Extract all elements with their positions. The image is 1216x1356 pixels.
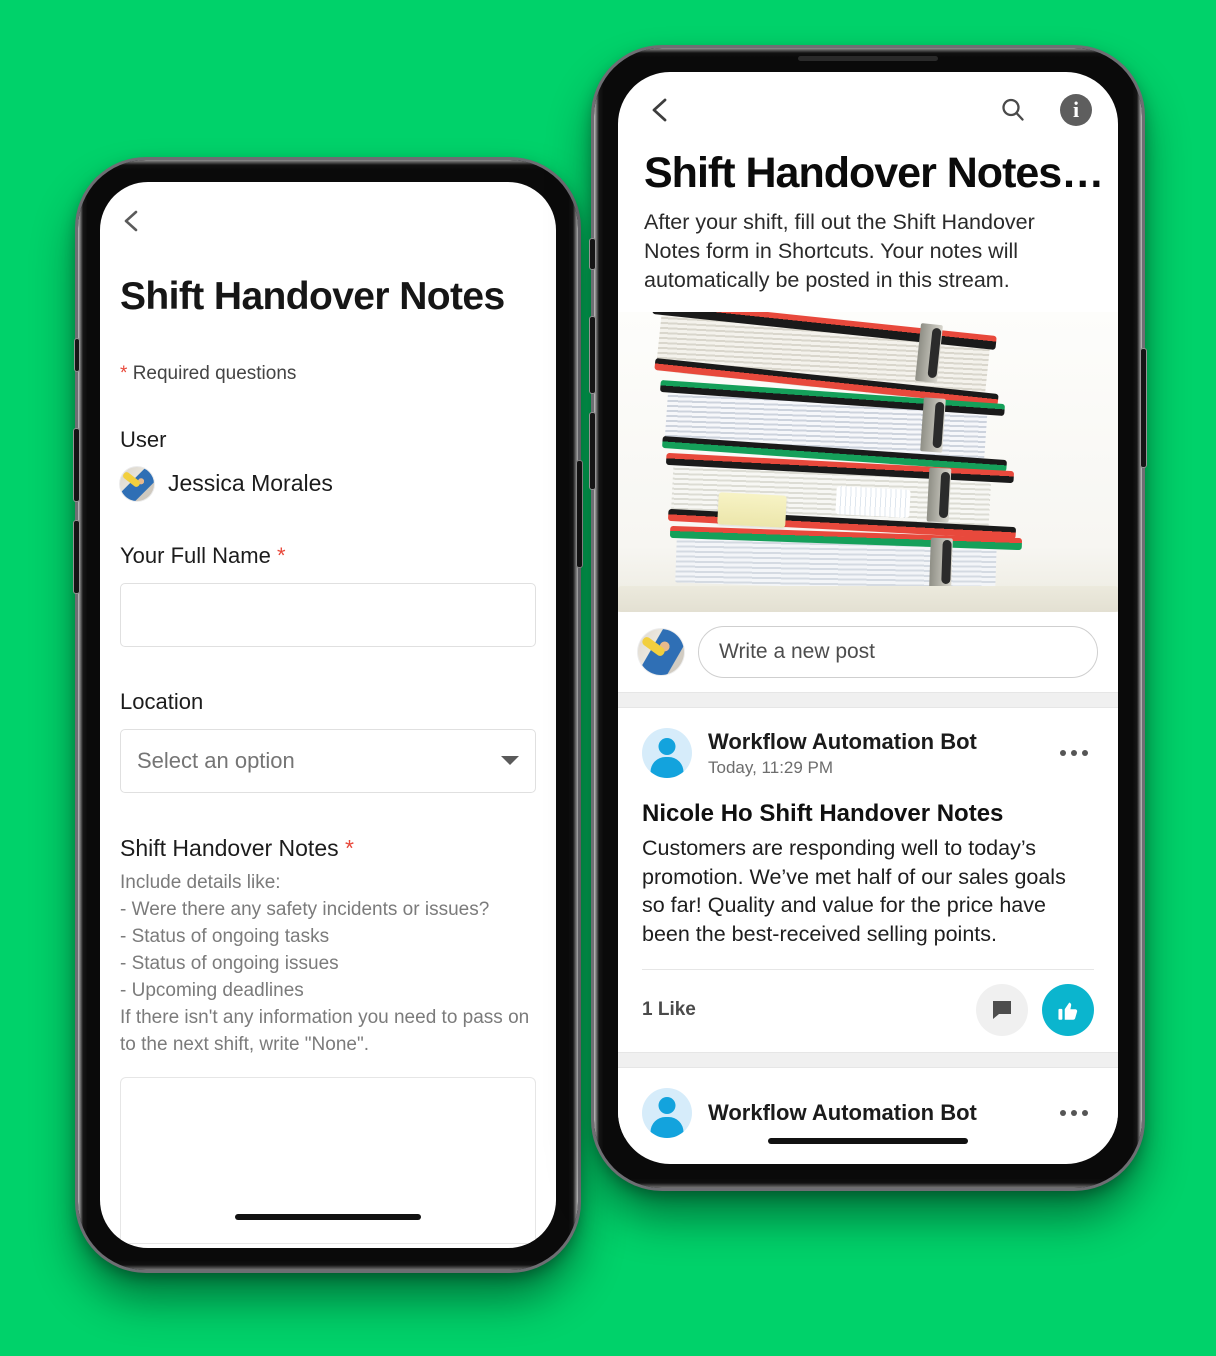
- comment-icon[interactable]: [976, 983, 1028, 1036]
- more-options-icon[interactable]: [1054, 744, 1094, 762]
- feed-separator: [618, 692, 1118, 709]
- post-author: Workflow Automation Bot: [708, 1099, 977, 1125]
- user-name-value: Jessica Morales: [168, 470, 333, 497]
- field-label-user: User: [120, 426, 167, 452]
- screenshot-stage: Shift Handover Notes * Required question…: [0, 0, 1216, 1356]
- post-timestamp: Today, 11:29 PM: [708, 757, 834, 777]
- mute-switch[interactable]: [589, 238, 596, 270]
- home-indicator: [768, 1138, 968, 1144]
- field-label-full-name: Your Full Name *: [120, 543, 536, 569]
- notes-help-text: Include details like: - Were there any s…: [120, 871, 530, 1055]
- field-shift-handover-notes: Shift Handover Notes * Include details l…: [120, 835, 536, 1244]
- feed-post: Workflow Automation Bot Today, 11:29 PM …: [618, 708, 1118, 1052]
- post-body: Customers are responding well to today’s…: [642, 836, 1066, 946]
- search-icon[interactable]: [996, 93, 1030, 127]
- earpiece-speaker: [798, 56, 938, 61]
- chevron-left-icon[interactable]: [118, 207, 146, 235]
- required-questions-note: * Required questions: [120, 363, 536, 385]
- page-title: Shift Handover Notes: [120, 275, 505, 318]
- current-user-avatar: [638, 629, 684, 676]
- post-footer: 1 Like: [642, 968, 1094, 1052]
- info-circle-icon[interactable]: i: [1060, 94, 1092, 126]
- user-row: Jessica Morales: [120, 466, 536, 501]
- notes-label-text: Shift Handover Notes: [120, 834, 339, 861]
- chevron-left-icon[interactable]: [644, 93, 678, 127]
- full-name-input[interactable]: [120, 582, 536, 647]
- right-phone-screen: i Shift Handover Notes… After your shift…: [618, 72, 1118, 1164]
- new-post-placeholder: Write a new post: [719, 640, 876, 664]
- right-top-bar: i: [618, 72, 1118, 148]
- bot-avatar: [642, 1087, 692, 1138]
- left-phone-device: Shift Handover Notes * Required question…: [73, 160, 583, 1270]
- mute-switch[interactable]: [74, 338, 80, 372]
- volume-up-button[interactable]: [73, 428, 80, 502]
- post-meta: Workflow Automation Bot: [708, 1100, 1054, 1126]
- stream-description: After your shift, fill out the Shift Han…: [644, 210, 1035, 292]
- feed-separator-2: [618, 1051, 1118, 1068]
- post-header: Workflow Automation Bot Today, 11:29 PM: [642, 728, 1094, 779]
- power-button[interactable]: [576, 460, 583, 568]
- bot-avatar: [642, 728, 692, 779]
- info-glyph: i: [1072, 97, 1080, 122]
- full-name-label-text: Your Full Name: [120, 542, 271, 568]
- power-button[interactable]: [1140, 348, 1147, 468]
- volume-up-button[interactable]: [589, 316, 596, 394]
- notes-required-marker: *: [345, 834, 354, 861]
- post-title: Nicole Ho Shift Handover Notes: [642, 800, 1004, 828]
- left-form-body: Shift Handover Notes * Required question…: [100, 275, 556, 1244]
- feed-post: Workflow Automation Bot: [618, 1067, 1118, 1138]
- post-author: Workflow Automation Bot: [708, 728, 977, 754]
- stack-of-ring-binders-image: [618, 312, 1118, 613]
- post-header: Workflow Automation Bot: [642, 1087, 1094, 1138]
- volume-down-button[interactable]: [589, 412, 596, 490]
- post-meta: Workflow Automation Bot Today, 11:29 PM: [708, 729, 1054, 778]
- full-name-required-marker: *: [276, 542, 286, 568]
- location-select-placeholder: Select an option: [137, 747, 295, 773]
- user-avatar-photo: [120, 466, 154, 501]
- field-location: Location Select an option: [120, 689, 536, 793]
- field-label-location: Location: [120, 688, 204, 714]
- location-select[interactable]: Select an option: [120, 728, 536, 793]
- right-phone-device: i Shift Handover Notes… After your shift…: [589, 48, 1147, 1188]
- left-top-bar: [100, 182, 556, 260]
- required-asterisk: *: [120, 362, 128, 384]
- more-options-icon[interactable]: [1054, 1104, 1094, 1122]
- required-questions-label: Required questions: [132, 362, 297, 384]
- left-phone-screen: Shift Handover Notes * Required question…: [100, 182, 556, 1248]
- field-user: User Jessica Morales: [120, 427, 536, 501]
- home-indicator: [235, 1214, 421, 1220]
- post-composer: Write a new post: [618, 612, 1118, 693]
- caret-down-icon: [501, 756, 519, 766]
- thumbs-up-icon[interactable]: [1042, 983, 1094, 1036]
- stream-title: Shift Handover Notes…: [644, 149, 1104, 197]
- field-full-name: Your Full Name *: [120, 543, 536, 647]
- field-label-notes: Shift Handover Notes *: [120, 835, 536, 862]
- volume-down-button[interactable]: [73, 520, 80, 594]
- new-post-input[interactable]: Write a new post: [698, 626, 1098, 679]
- like-count: 1 Like: [642, 998, 696, 1020]
